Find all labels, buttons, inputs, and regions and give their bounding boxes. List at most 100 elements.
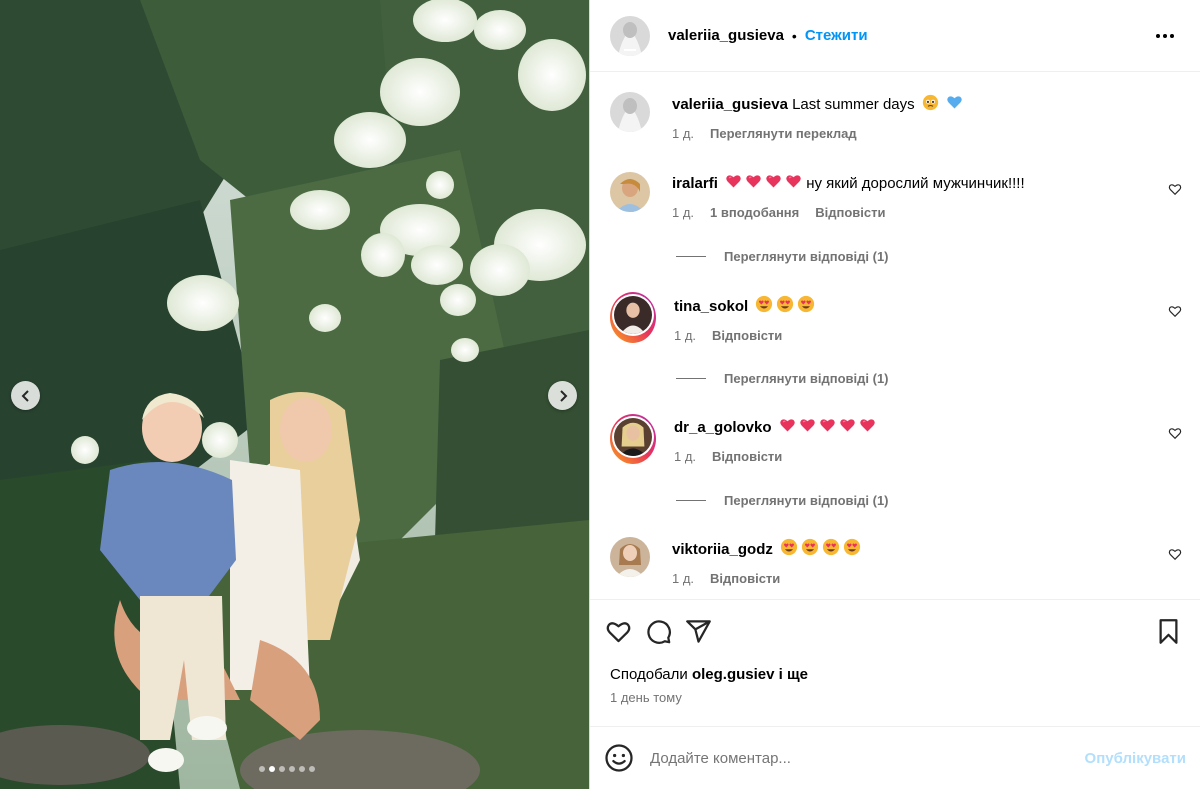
pleading-face-icon: [922, 94, 939, 117]
comment-emojis: [777, 538, 861, 558]
likes-summary: Сподобали oleg.gusiev і ще: [590, 666, 1200, 683]
replies-line: [676, 378, 706, 379]
more-icon: [1156, 33, 1160, 38]
comment-like-icon[interactable]: [1168, 304, 1182, 318]
heart-emoji-icon: [745, 173, 762, 196]
author-avatar[interactable]: [610, 15, 650, 56]
heart-emoji-icon: [785, 173, 802, 196]
chevron-left-icon: [21, 389, 29, 402]
commenter-avatar[interactable]: [614, 418, 652, 456]
post-date[interactable]: 1 день тому: [590, 690, 1200, 705]
comment-icon: [646, 619, 671, 644]
translate-link[interactable]: Переглянути переклад: [710, 126, 857, 141]
action-bar: [590, 600, 1200, 662]
view-replies-label: Переглянути відповіді (1): [724, 493, 889, 508]
carousel-dot: [259, 766, 265, 772]
heart-eyes-emoji-icon: [843, 538, 861, 562]
chevron-right-icon: [559, 389, 567, 402]
heart-eyes-emoji-icon: [755, 295, 773, 319]
carousel-dot: [289, 766, 295, 772]
post-comment-button[interactable]: Опублікувати: [1085, 750, 1186, 767]
comment-input[interactable]: [650, 749, 1085, 767]
heart-emoji-icon: [725, 173, 742, 196]
comment-emojis: [752, 295, 815, 315]
comment-likes-count[interactable]: 1 вподобання: [710, 205, 799, 220]
comment-like-icon[interactable]: [1168, 426, 1182, 440]
comment-emojis: [722, 175, 802, 192]
replies-line: [676, 256, 706, 257]
post-header: valeriia_gusieva • Стежити: [590, 0, 1200, 72]
share-icon: [685, 619, 711, 643]
blue-heart-icon: [946, 94, 963, 117]
comment-time[interactable]: 1 д.: [672, 571, 694, 586]
like-button[interactable]: [598, 611, 638, 651]
heart-eyes-emoji-icon: [776, 295, 794, 319]
heart-emoji-icon: [779, 417, 796, 440]
view-replies-label: Переглянути відповіді (1): [724, 249, 889, 264]
commenter-avatar[interactable]: [614, 296, 652, 334]
caption-avatar[interactable]: [610, 92, 650, 132]
comment-time[interactable]: 1 д.: [672, 205, 694, 220]
caption-text: Last summer days: [792, 96, 915, 113]
bookmark-icon: [1159, 618, 1177, 644]
comment-username[interactable]: dr_a_golovko: [674, 419, 772, 436]
post-image[interactable]: [0, 0, 589, 789]
photo-scene: [0, 0, 589, 789]
comment-username[interactable]: tina_sokol: [674, 298, 748, 315]
comment-username[interactable]: iralarfi: [672, 175, 718, 192]
like-icon: [606, 621, 630, 642]
heart-eyes-emoji-icon: [822, 538, 840, 562]
add-comment-bar: Опублікувати: [590, 726, 1200, 789]
liker-username[interactable]: oleg.gusiev: [692, 666, 775, 683]
emoji-icon[interactable]: [604, 743, 634, 773]
view-replies-button[interactable]: Переглянути відповіді (1): [676, 371, 889, 386]
heart-emoji-icon: [799, 417, 816, 440]
comment-username[interactable]: viktoriia_godz: [672, 541, 773, 558]
more-options-button[interactable]: [1150, 28, 1180, 44]
caption-username[interactable]: valeriia_gusieva: [672, 96, 788, 113]
comments-list[interactable]: valeriia_gusieva Last summer days 1 д. П…: [590, 73, 1200, 599]
carousel-dot: [279, 766, 285, 772]
likes-suffix[interactable]: і ще: [779, 666, 808, 683]
reply-button[interactable]: Відповісти: [712, 449, 782, 464]
commenter-avatar[interactable]: [610, 172, 650, 212]
carousel-dot: [309, 766, 315, 772]
caption-time[interactable]: 1 д.: [672, 126, 694, 141]
share-button[interactable]: [678, 611, 718, 651]
comment-button[interactable]: [638, 611, 678, 651]
comment-item: iralarfi ну який дорослий мужчинчик!!!! …: [610, 172, 1182, 220]
comment-item: tina_sokol 1 д. Відповісти: [610, 292, 1182, 343]
replies-line: [676, 500, 706, 501]
reply-button[interactable]: Відповісти: [815, 205, 885, 220]
heart-emoji-icon: [765, 173, 782, 196]
separator: •: [791, 27, 797, 44]
comment-item: viktoriia_godz 1 д. Відповісти: [610, 537, 1182, 586]
view-replies-button[interactable]: Переглянути відповіді (1): [676, 493, 889, 508]
author-username[interactable]: valeriia_gusieva: [668, 27, 784, 44]
next-image-button[interactable]: [548, 381, 577, 410]
heart-eyes-emoji-icon: [780, 538, 798, 562]
comment-time[interactable]: 1 д.: [674, 328, 696, 343]
caption: valeriia_gusieva Last summer days 1 д. П…: [610, 92, 1182, 141]
commenter-avatar-story-ring[interactable]: [610, 292, 656, 343]
heart-eyes-emoji-icon: [801, 538, 819, 562]
view-replies-button[interactable]: Переглянути відповіді (1): [676, 249, 889, 264]
heart-emoji-icon: [859, 417, 876, 440]
heart-eyes-emoji-icon: [797, 295, 815, 319]
carousel-indicator: [259, 766, 315, 772]
reply-button[interactable]: Відповісти: [710, 571, 780, 586]
reply-button[interactable]: Відповісти: [712, 328, 782, 343]
commenter-avatar-story-ring[interactable]: [610, 414, 656, 464]
comment-like-icon[interactable]: [1168, 547, 1182, 561]
heart-emoji-icon: [839, 417, 856, 440]
comment-like-icon[interactable]: [1168, 182, 1182, 196]
post-actions: Сподобали oleg.gusiev і ще 1 день тому: [590, 599, 1200, 705]
follow-button[interactable]: Стежити: [805, 27, 868, 44]
commenter-avatar[interactable]: [610, 537, 650, 577]
carousel-dot: [269, 766, 275, 772]
likes-prefix: Сподобали: [610, 666, 688, 683]
comment-item: dr_a_golovko 1 д. Відповісти: [610, 414, 1182, 464]
save-button[interactable]: [1148, 611, 1188, 651]
comment-time[interactable]: 1 д.: [674, 449, 696, 464]
previous-image-button[interactable]: [11, 381, 40, 410]
